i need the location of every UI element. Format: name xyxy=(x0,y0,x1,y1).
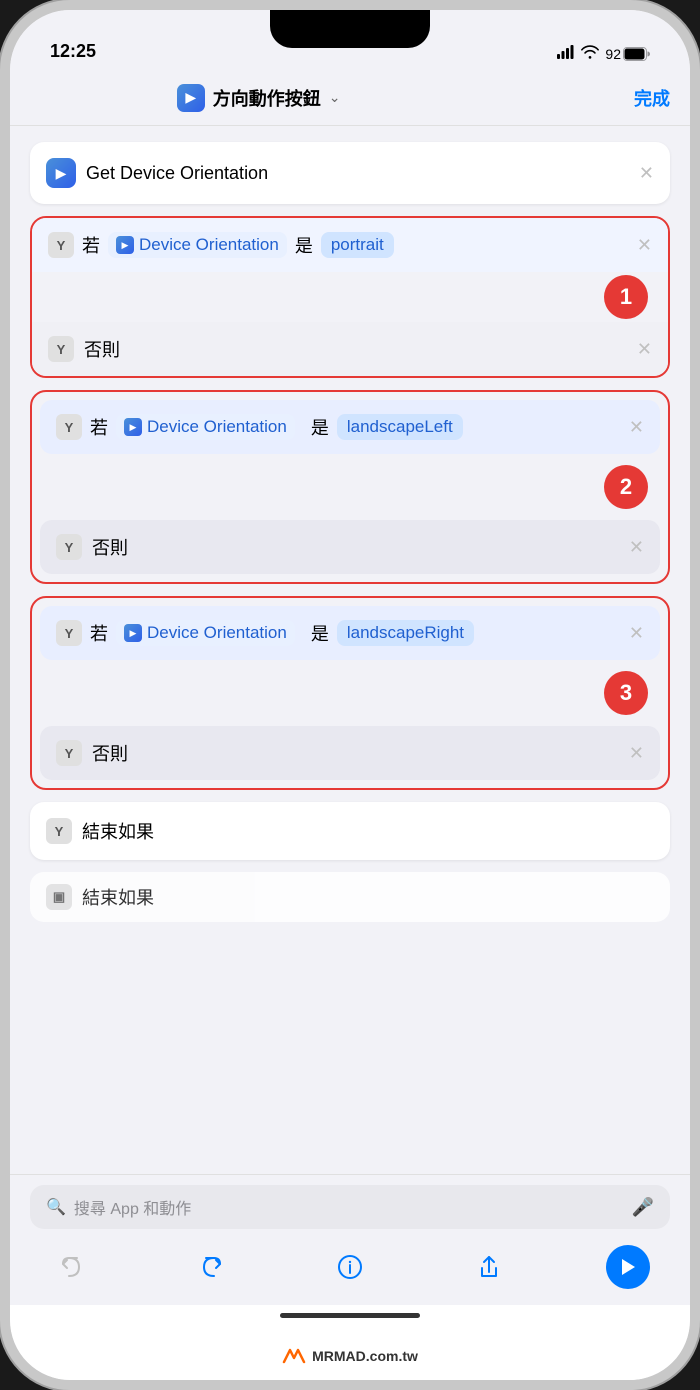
circle-badge-3: 3 xyxy=(604,671,648,715)
phone-inner: 12:25 xyxy=(10,10,690,1380)
if-block-2: Y 若 ▶ Device Orientation 是 landscapeLeft… xyxy=(30,390,670,584)
badge-icon-1: ▶ xyxy=(116,236,134,254)
nav-title-text: 方向動作按鈕 xyxy=(213,85,321,111)
else-row-3: Y 否則 ✕ xyxy=(40,726,660,780)
y-else-icon-3: Y xyxy=(56,740,82,766)
play-button[interactable] xyxy=(606,1245,650,1289)
partial-block: ▣ 結束如果 xyxy=(30,872,670,922)
y-else-icon-1: Y xyxy=(48,336,74,362)
y-else-icon-2: Y xyxy=(56,534,82,560)
if-close-1[interactable]: ✕ xyxy=(637,235,652,256)
nav-title: ▶ 方向動作按鈕 ⌄ xyxy=(177,84,341,112)
partial-label: 結束如果 xyxy=(82,884,154,910)
watermark-bar: MRMAD.com.tw xyxy=(10,1348,690,1380)
share-button[interactable] xyxy=(467,1245,511,1289)
y-icon-1: Y xyxy=(48,232,74,258)
home-indicator xyxy=(280,1313,420,1318)
end-if-block: Y 結束如果 xyxy=(30,802,670,860)
main-content: ▶ Get Device Orientation ✕ Y 若 ▶ Device … xyxy=(10,126,690,1174)
nav-bar: ▶ 方向動作按鈕 ⌄ 完成 xyxy=(10,70,690,126)
else-row-1: Y 否則 ✕ xyxy=(32,322,668,376)
badge-icon-3: ▶ xyxy=(124,624,142,642)
end-if-label: 結束如果 xyxy=(82,818,154,844)
bottom-toolbar xyxy=(10,1237,690,1305)
if-row-3: Y 若 ▶ Device Orientation 是 landscapeRigh… xyxy=(40,606,660,660)
device-orientation-badge-3[interactable]: ▶ Device Orientation xyxy=(116,620,295,646)
get-device-close-icon[interactable]: ✕ xyxy=(639,163,654,184)
device-orientation-label-3: Device Orientation xyxy=(147,623,287,643)
if-block-3: Y 若 ▶ Device Orientation 是 landscapeRigh… xyxy=(30,596,670,790)
else-row-2: Y 否則 ✕ xyxy=(40,520,660,574)
else-close-2[interactable]: ✕ xyxy=(629,537,644,558)
y-icon-2: Y xyxy=(56,414,82,440)
circle-badge-2: 2 xyxy=(604,465,648,509)
if-row-1: Y 若 ▶ Device Orientation 是 portrait ✕ xyxy=(32,218,668,272)
value-badge-2[interactable]: landscapeLeft xyxy=(337,414,463,440)
get-device-orientation-block: ▶ Get Device Orientation ✕ xyxy=(30,142,670,204)
if-close-3[interactable]: ✕ xyxy=(629,623,644,644)
search-icon: 🔍 xyxy=(46,1197,66,1217)
phone-frame: 12:25 xyxy=(0,0,700,1390)
nav-done-button[interactable]: 完成 xyxy=(634,85,670,111)
mic-icon[interactable]: 🎤 xyxy=(632,1197,654,1218)
else-text-3: 否則 xyxy=(92,740,128,766)
if-text-1: 若 xyxy=(82,232,100,258)
device-orientation-label-2: Device Orientation xyxy=(147,417,287,437)
is-text-3: 是 xyxy=(311,620,329,646)
get-device-label: Get Device Orientation xyxy=(86,163,268,184)
undo-button[interactable] xyxy=(50,1245,94,1289)
get-device-icon: ▶ xyxy=(46,158,76,188)
search-placeholder: 搜尋 App 和動作 xyxy=(74,1195,624,1219)
device-orientation-badge-1[interactable]: ▶ Device Orientation xyxy=(108,232,287,258)
value-badge-3[interactable]: landscapeRight xyxy=(337,620,474,646)
signal-icon xyxy=(557,45,575,62)
search-bar-container: 🔍 搜尋 App 和動作 🎤 xyxy=(10,1174,690,1237)
else-close-3[interactable]: ✕ xyxy=(629,743,644,764)
if-block-1: Y 若 ▶ Device Orientation 是 portrait ✕ 1 xyxy=(30,216,670,378)
if-spacer-2: 2 xyxy=(32,462,668,512)
if-spacer-3: 3 xyxy=(32,668,668,718)
else-text-2: 否則 xyxy=(92,534,128,560)
wifi-icon xyxy=(581,45,599,62)
device-orientation-badge-2[interactable]: ▶ Device Orientation xyxy=(116,414,295,440)
if-spacer-1: 1 xyxy=(32,272,668,322)
y-end-icon: Y xyxy=(46,818,72,844)
redo-button[interactable] xyxy=(189,1245,233,1289)
else-text-1: 否則 xyxy=(84,336,120,362)
y-partial-icon: ▣ xyxy=(46,884,72,910)
if-close-2[interactable]: ✕ xyxy=(629,417,644,438)
y-icon-3: Y xyxy=(56,620,82,646)
device-orientation-label-1: Device Orientation xyxy=(139,235,279,255)
watermark-text: MRMAD.com.tw xyxy=(312,1348,418,1364)
nav-chevron-icon[interactable]: ⌄ xyxy=(329,89,341,106)
status-time: 12:25 xyxy=(50,41,96,62)
info-button[interactable] xyxy=(328,1245,372,1289)
status-bar: 12:25 xyxy=(10,10,690,70)
if-row-2: Y 若 ▶ Device Orientation 是 landscapeLeft… xyxy=(40,400,660,454)
status-icons: 92 xyxy=(557,45,650,62)
notch xyxy=(270,10,430,48)
battery-icon: 92 xyxy=(605,46,650,62)
is-text-1: 是 xyxy=(295,232,313,258)
value-badge-1[interactable]: portrait xyxy=(321,232,394,258)
else-close-1[interactable]: ✕ xyxy=(637,339,652,360)
search-bar[interactable]: 🔍 搜尋 App 和動作 🎤 xyxy=(30,1185,670,1229)
is-text-2: 是 xyxy=(311,414,329,440)
nav-app-icon: ▶ xyxy=(177,84,205,112)
watermark xyxy=(10,1305,690,1348)
if-text-3: 若 xyxy=(90,620,108,646)
if-text-2: 若 xyxy=(90,414,108,440)
circle-badge-1: 1 xyxy=(604,275,648,319)
badge-icon-2: ▶ xyxy=(124,418,142,436)
